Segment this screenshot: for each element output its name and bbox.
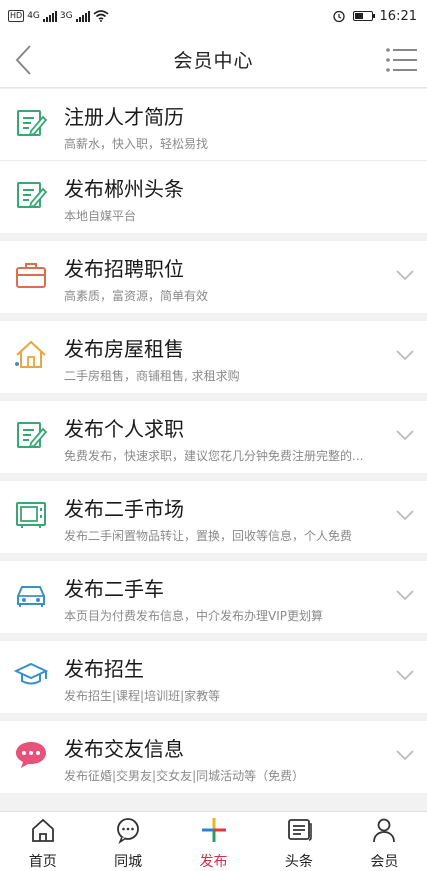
- briefcase-icon: [14, 258, 48, 292]
- app-header: 会员中心: [0, 32, 427, 88]
- tab-label: 发布: [199, 854, 228, 870]
- home-icon: [29, 816, 57, 848]
- tab-label: 会员: [370, 854, 399, 870]
- item-title: 发布招聘职位: [64, 257, 184, 281]
- tab-chat[interactable]: 同城: [85, 812, 170, 871]
- item-subtitle: 发布招生|课程|培训班|家教等: [64, 689, 221, 703]
- tab-label: 首页: [28, 854, 57, 870]
- list-item[interactable]: 注册人才简历高薪水，快入职，轻松易找: [0, 89, 427, 161]
- chevron-down-icon[interactable]: [395, 747, 415, 761]
- item-subtitle: 高薪水，快入职，轻松易找: [64, 137, 209, 151]
- list-item[interactable]: 发布招聘职位高素质，富资源，简单有效: [0, 241, 427, 313]
- battery-icon: [352, 11, 375, 21]
- plus-colorful-icon: [200, 816, 228, 848]
- item-title: 发布个人求职: [64, 417, 184, 441]
- chevron-down-icon[interactable]: [395, 347, 415, 361]
- signal-icon: [42, 10, 57, 22]
- list-item[interactable]: 发布二手市场发布二手闲置物品转让，置换，回收等信息，个人免费: [0, 481, 427, 553]
- car-icon: [14, 578, 48, 612]
- house-icon: [14, 338, 48, 372]
- status-bar: HD 4G 3G 16:21: [0, 0, 427, 32]
- tab-label: 同城: [114, 854, 143, 870]
- item-subtitle: 本地自媒平台: [64, 209, 137, 223]
- item-title: 发布二手市场: [64, 497, 184, 521]
- chevron-left-icon[interactable]: [12, 44, 36, 76]
- edit-doc-icon: [14, 418, 48, 452]
- list-item[interactable]: 发布交友信息发布征婚|交男友|交女友|同城活动等（免费）: [0, 721, 427, 793]
- item-title: 发布交友信息: [64, 737, 184, 761]
- hd-icon: HD: [8, 10, 25, 22]
- chat-bubble-icon: [14, 738, 48, 772]
- microwave-icon: [14, 498, 48, 532]
- clock: 16:21: [379, 8, 417, 24]
- chevron-down-icon[interactable]: [395, 507, 415, 521]
- sim2-label: 3G: [59, 11, 73, 21]
- bottom-tab-bar: 首页 同城 发布 头条 会员: [0, 811, 427, 871]
- chevron-down-icon[interactable]: [395, 587, 415, 601]
- alarm-icon: [332, 10, 345, 23]
- item-title: 发布郴州头条: [64, 177, 184, 201]
- status-right: 16:21: [332, 9, 417, 24]
- news-icon: [285, 816, 313, 848]
- chevron-down-icon[interactable]: [395, 667, 415, 681]
- tab-home[interactable]: 首页: [0, 812, 85, 871]
- signal-icon-2: [75, 10, 90, 22]
- list-item[interactable]: 发布招生发布招生|课程|培训班|家教等: [0, 641, 427, 713]
- wifi-icon: [93, 10, 109, 22]
- item-subtitle: 二手房租售，商铺租售, 求租求购: [64, 369, 240, 383]
- edit-doc-icon: [14, 106, 48, 140]
- item-subtitle: 本页目为付费发布信息，中介发布办理VIP更划算: [64, 609, 323, 623]
- list-menu-icon[interactable]: [385, 46, 419, 74]
- item-subtitle: 高素质，富资源，简单有效: [64, 289, 209, 303]
- graduation-cap-icon: [13, 658, 49, 692]
- edit-doc-icon: [14, 178, 48, 212]
- sim1-label: 4G: [27, 11, 40, 21]
- chevron-down-icon[interactable]: [395, 427, 415, 441]
- list-item[interactable]: 发布房屋租售二手房租售，商铺租售, 求租求购: [0, 321, 427, 393]
- tab-label: 头条: [284, 854, 313, 870]
- item-title: 发布二手车: [64, 577, 164, 601]
- list-item[interactable]: 发布二手车本页目为付费发布信息，中介发布办理VIP更划算: [0, 561, 427, 633]
- list-item[interactable]: 发布个人求职免费发布，快速求职，建议您花几分钟免费注册完整的...: [0, 401, 427, 473]
- item-subtitle: 免费发布，快速求职，建议您花几分钟免费注册完整的...: [64, 449, 364, 463]
- publish-list: 注册人才简历高薪水，快入职，轻松易找发布郴州头条本地自媒平台发布招聘职位高素质，…: [0, 89, 427, 801]
- tab-news[interactable]: 头条: [256, 812, 341, 871]
- page-title: 会员中心: [173, 50, 254, 72]
- tab-user[interactable]: 会员: [342, 812, 427, 871]
- tab-plus-colorful[interactable]: 发布: [171, 812, 256, 871]
- status-left: HD 4G 3G: [8, 10, 109, 22]
- chat-icon: [114, 816, 142, 848]
- item-title: 发布招生: [64, 657, 144, 681]
- item-subtitle: 发布征婚|交男友|交女友|同城活动等（免费）: [64, 769, 305, 783]
- item-title: 发布房屋租售: [64, 337, 184, 361]
- user-icon: [370, 816, 398, 848]
- item-subtitle: 发布二手闲置物品转让，置换，回收等信息，个人免费: [64, 529, 353, 543]
- chevron-down-icon[interactable]: [395, 267, 415, 281]
- item-title: 注册人才简历: [64, 105, 184, 129]
- list-item[interactable]: 发布郴州头条本地自媒平台: [0, 161, 427, 233]
